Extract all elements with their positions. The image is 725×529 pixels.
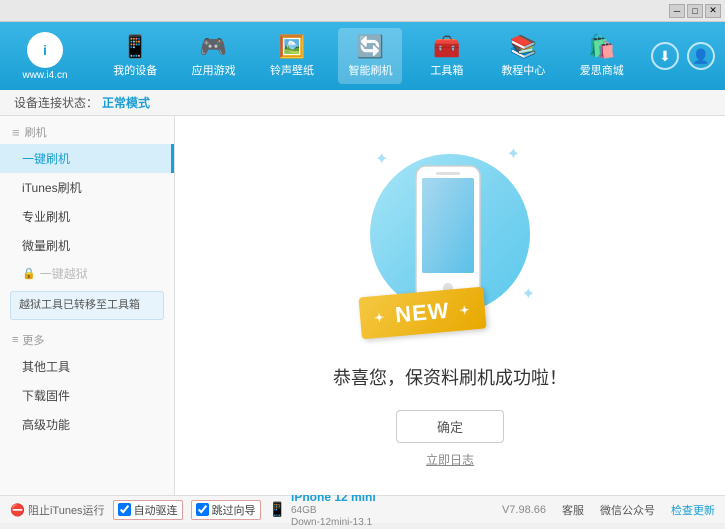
nav-tutorial-label: 教程中心 [501, 62, 545, 78]
sidebar-section-more: ≡ 更多 [0, 324, 174, 352]
check-update-link[interactable]: 检查更新 [671, 502, 715, 518]
new-badge-text: NEW [394, 297, 450, 327]
success-text: 恭喜您，保资料刷机成功啦！ [333, 364, 567, 390]
my-device-icon: 📱 [122, 34, 149, 60]
apps-games-icon: 🎮 [200, 34, 227, 60]
nav-tutorial[interactable]: 📚 教程中心 [491, 28, 555, 84]
sidebar-jailbreak-locked: 🔒 一键越狱 [0, 260, 174, 287]
micro-flash-label: 微量刷机 [22, 239, 70, 253]
status-value: 正常模式 [102, 94, 150, 111]
nav-my-device-label: 我的设备 [113, 62, 157, 78]
advanced-label: 高级功能 [22, 418, 70, 432]
logo-text: www.i4.cn [22, 70, 67, 81]
tutorial-icon: 📚 [510, 34, 537, 60]
device-icon: 📱 [269, 501, 286, 518]
phone-svg [408, 164, 488, 304]
minimize-button[interactable]: ─ [669, 4, 685, 18]
download-button[interactable]: ⬇ [651, 42, 679, 70]
wechat-public-link[interactable]: 微信公众号 [600, 502, 655, 518]
stop-icon: ⛔ [10, 503, 25, 517]
ai-mall-icon: 🛍️ [588, 34, 615, 60]
customer-service-link[interactable]: 客服 [562, 502, 584, 518]
skip-wizard-checkbox[interactable] [196, 503, 209, 516]
content-area: NEW ✦ ✦ ✦ 恭喜您，保资料刷机成功啦！ 确定 立即日志 [175, 116, 725, 495]
stop-itunes-label: 阻止iTunes运行 [28, 502, 105, 518]
title-bar: ─ □ ✕ [0, 0, 725, 22]
nav-ringtone-label: 铃声壁纸 [270, 62, 314, 78]
device-storage: 64GB [291, 505, 376, 517]
header-right-buttons: ⬇ 👤 [651, 42, 715, 70]
sparkle-2: ✦ [507, 144, 520, 164]
skip-wizard-label[interactable]: 跳过向导 [212, 502, 256, 518]
other-tools-label: 其他工具 [22, 360, 70, 374]
footer: ⛔ 阻止iTunes运行 自动驱连 跳过向导 📱 iPhone 12 mini … [0, 495, 725, 523]
user-button[interactable]: 👤 [687, 42, 715, 70]
flash-section-icon: ≡ [12, 125, 20, 140]
sidebar-section-flash: ≡ 刷机 [0, 116, 174, 144]
maximize-button[interactable]: □ [687, 4, 703, 18]
nav-smart-flash[interactable]: 🔄 智能刷机 [338, 28, 402, 84]
sidebar-item-one-click-flash[interactable]: 一键刷机 [0, 144, 174, 173]
auto-connect-label[interactable]: 自动驱连 [134, 502, 178, 518]
smart-flash-icon: 🔄 [357, 34, 384, 60]
nav-toolbox-label: 工具箱 [430, 62, 463, 78]
lock-icon: 🔒 [22, 267, 36, 280]
sidebar-item-advanced[interactable]: 高级功能 [0, 410, 174, 439]
sparkle-3: ✦ [522, 284, 535, 304]
nav-apps-games[interactable]: 🎮 应用游戏 [182, 28, 246, 84]
sidebar-item-itunes-flash[interactable]: iTunes刷机 [0, 173, 174, 202]
download-firmware-label: 下载固件 [22, 389, 70, 403]
version-text: V7.98.66 [502, 504, 546, 516]
nav-apps-games-label: 应用游戏 [192, 62, 236, 78]
sparkle-1: ✦ [375, 149, 388, 169]
phone-illustration: NEW ✦ ✦ ✦ [350, 144, 550, 344]
logo-area: i www.i4.cn [10, 32, 80, 81]
confirm-button[interactable]: 确定 [396, 410, 504, 443]
logo-icon: i [27, 32, 63, 68]
nav-bar: 📱 我的设备 🎮 应用游戏 🖼️ 铃声壁纸 🔄 智能刷机 🧰 工具箱 📚 教程中… [96, 28, 641, 84]
nav-ringtone-wallpaper[interactable]: 🖼️ 铃声壁纸 [260, 28, 324, 84]
notice-text: 越狱工具已转移至工具箱 [19, 299, 140, 311]
auto-connect-checkbox-item: 自动驱连 [113, 500, 183, 520]
more-section-label: 更多 [22, 332, 44, 348]
status-bar: 设备连接状态： 正常模式 [0, 90, 725, 116]
flash-section-label: 刷机 [25, 124, 47, 140]
ringtone-icon: 🖼️ [278, 34, 305, 60]
toolbox-icon: 🧰 [433, 34, 460, 60]
status-label: 设备连接状态： [14, 94, 98, 111]
itunes-flash-label: iTunes刷机 [22, 181, 82, 195]
skip-wizard-checkbox-item: 跳过向导 [191, 500, 261, 520]
jailbreak-label: 一键越狱 [40, 265, 88, 282]
window-controls[interactable]: ─ □ ✕ [669, 4, 721, 18]
more-section-icon: ≡ [12, 334, 18, 346]
sidebar-item-micro-flash[interactable]: 微量刷机 [0, 231, 174, 260]
nav-toolbox[interactable]: 🧰 工具箱 [417, 28, 477, 84]
nav-ai-mall[interactable]: 🛍️ 爱思商城 [570, 28, 634, 84]
one-click-flash-label: 一键刷机 [22, 152, 70, 166]
auto-connect-checkbox[interactable] [118, 503, 131, 516]
logo-symbol: i [43, 42, 47, 58]
sidebar-item-other-tools[interactable]: 其他工具 [0, 352, 174, 381]
main-content: ≡ 刷机 一键刷机 iTunes刷机 专业刷机 微量刷机 🔒 一键越狱 越狱工具… [0, 116, 725, 495]
new-badge: NEW [358, 286, 486, 339]
pro-flash-label: 专业刷机 [22, 210, 70, 224]
go-today-link[interactable]: 立即日志 [426, 451, 474, 468]
close-button[interactable]: ✕ [705, 4, 721, 18]
sidebar: ≡ 刷机 一键刷机 iTunes刷机 专业刷机 微量刷机 🔒 一键越狱 越狱工具… [0, 116, 175, 495]
footer-right: V7.98.66 客服 微信公众号 检查更新 [502, 502, 715, 518]
nav-ai-mall-label: 爱思商城 [580, 62, 624, 78]
stop-itunes-control[interactable]: ⛔ 阻止iTunes运行 [10, 502, 105, 518]
header: i www.i4.cn 📱 我的设备 🎮 应用游戏 🖼️ 铃声壁纸 🔄 智能刷机… [0, 22, 725, 90]
footer-checkboxes: 自动驱连 跳过向导 [113, 500, 261, 520]
sidebar-notice: 越狱工具已转移至工具箱 [10, 291, 164, 320]
nav-my-device[interactable]: 📱 我的设备 [103, 28, 167, 84]
sidebar-item-download-firmware[interactable]: 下载固件 [0, 381, 174, 410]
sidebar-item-pro-flash[interactable]: 专业刷机 [0, 202, 174, 231]
nav-smart-flash-label: 智能刷机 [348, 62, 392, 78]
